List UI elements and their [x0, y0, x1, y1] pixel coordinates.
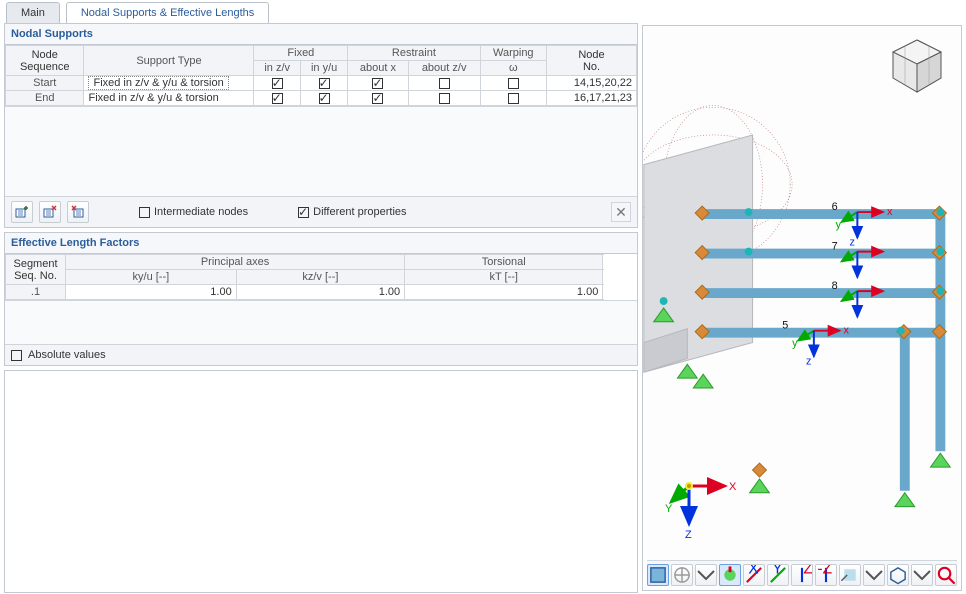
dropdown-icon[interactable]: [911, 564, 933, 586]
svg-text:X: X: [729, 481, 737, 493]
support-type-select[interactable]: Fixed in z/v & y/u & torsion: [88, 76, 228, 90]
checkbox-about-zv[interactable]: [439, 93, 450, 104]
th-node: Node: [32, 49, 58, 61]
effective-length-table: SegmentSeq. No. Principal axes Torsional…: [5, 254, 637, 300]
dropdown-icon[interactable]: [863, 564, 885, 586]
checkbox-yu[interactable]: [319, 93, 330, 104]
checkbox-zv[interactable]: [272, 78, 283, 89]
svg-text:z: z: [849, 237, 854, 249]
th-restraint: Restraint: [348, 46, 480, 61]
view-mode-dropdown[interactable]: [839, 564, 861, 586]
th-warping: Warping: [480, 46, 546, 61]
effective-length-title: Effective Length Factors: [5, 233, 637, 254]
checkbox-zv[interactable]: [272, 93, 283, 104]
effective-length-panel: Effective Length Factors SegmentSeq. No.…: [4, 232, 638, 366]
clear-rows-button[interactable]: [67, 201, 89, 223]
label-absolute: Absolute values: [28, 349, 106, 361]
svg-text:Y: Y: [772, 565, 783, 578]
beam-label: 8: [832, 280, 838, 292]
node-numbers: 16,17,21,23: [547, 91, 637, 106]
zoom-selection-button[interactable]: [935, 564, 957, 586]
table-row[interactable]: Start Fixed in z/v & y/u & torsion 14,15…: [6, 76, 637, 91]
checkbox-absolute[interactable]: [11, 350, 22, 361]
checkbox-about-x[interactable]: [372, 93, 383, 104]
insert-row-button[interactable]: [11, 201, 33, 223]
th-principal: Principal axes: [66, 255, 405, 270]
svg-text:y: y: [836, 219, 842, 231]
table-row[interactable]: .1 1.00 1.00 1.00: [6, 285, 637, 300]
beam-label: 7: [832, 241, 838, 253]
th-node-no: Node: [578, 49, 604, 61]
support-type-cell[interactable]: Fixed in z/v & y/u & torsion: [84, 91, 254, 106]
seg-no: .1: [6, 285, 66, 300]
th-fixed: Fixed: [254, 46, 348, 61]
svg-text:Z: Z: [803, 565, 812, 578]
axis-y-button[interactable]: Y: [767, 564, 789, 586]
th-omega: ω: [480, 61, 546, 76]
th-seq-no: Seq. No.: [14, 270, 57, 282]
th-sequence: Sequence: [20, 61, 70, 73]
checkbox-yu[interactable]: [319, 78, 330, 89]
isometric-button[interactable]: [887, 564, 909, 586]
checkbox-intermediate[interactable]: [139, 207, 150, 218]
svg-text:Z: Z: [685, 529, 692, 541]
global-axes: X Y Z: [665, 462, 745, 542]
th-in-zv: in z/v: [254, 61, 300, 76]
svg-text:z: z: [806, 355, 811, 367]
th-about-zv: about z/v: [408, 61, 480, 76]
nodal-supports-title: Nodal Supports: [5, 24, 637, 45]
beam-label: 5: [782, 320, 788, 332]
tab-main[interactable]: Main: [6, 2, 60, 23]
label-different: Different properties: [313, 206, 406, 218]
seq-start: Start: [6, 76, 84, 91]
table-row[interactable]: End Fixed in z/v & y/u & torsion 16,17,2…: [6, 91, 637, 106]
svg-text:y: y: [792, 337, 798, 349]
dropdown-icon[interactable]: [695, 564, 717, 586]
th-kt: kT [--]: [405, 270, 603, 285]
blank-panel: [4, 370, 638, 593]
viewport-3d[interactable]: 6 7 8 5 xyz: [642, 25, 962, 591]
svg-text:X: X: [748, 565, 759, 578]
label-intermediate: Intermediate nodes: [154, 206, 248, 218]
svg-text:x: x: [887, 206, 893, 218]
axis-neg-z-button[interactable]: -Z: [815, 564, 837, 586]
th-support-type: Support Type: [84, 46, 254, 76]
th-in-yu: in y/u: [300, 61, 347, 76]
checkbox-about-x[interactable]: [372, 78, 383, 89]
svg-text:-Z: -Z: [817, 565, 832, 578]
svg-text:x: x: [844, 325, 850, 337]
nodal-supports-table: NodeSequence Support Type Fixed Restrain…: [5, 45, 637, 106]
beam-label: 6: [832, 201, 838, 213]
nodal-supports-panel: Nodal Supports NodeSequence Support Type…: [4, 23, 638, 228]
render-mode-button[interactable]: [647, 564, 669, 586]
seq-end: End: [6, 91, 84, 106]
th-kzv: kz/v [--]: [236, 270, 404, 285]
delete-row-button[interactable]: [39, 201, 61, 223]
viewport-toolbar: X Y Z -Z: [647, 560, 957, 586]
svg-text:Y: Y: [665, 503, 673, 515]
th-kyu: ky/u [--]: [66, 270, 237, 285]
th-no: No.: [583, 61, 600, 73]
th-torsional: Torsional: [405, 255, 603, 270]
show-loads-button[interactable]: [719, 564, 741, 586]
th-about-x: about x: [348, 61, 408, 76]
checkbox-about-zv[interactable]: [439, 78, 450, 89]
tab-nodal-supports[interactable]: Nodal Supports & Effective Lengths: [66, 2, 269, 23]
kyu-value[interactable]: 1.00: [66, 285, 237, 300]
wireframe-button[interactable]: [671, 564, 693, 586]
axis-x-button[interactable]: X: [743, 564, 765, 586]
th-segment: Segment: [13, 258, 57, 270]
checkbox-warping[interactable]: [508, 93, 519, 104]
checkbox-different[interactable]: [298, 207, 309, 218]
kt-value[interactable]: 1.00: [405, 285, 603, 300]
kzv-value[interactable]: 1.00: [236, 285, 404, 300]
axis-z-button[interactable]: Z: [791, 564, 813, 586]
close-button[interactable]: ✕: [611, 202, 631, 222]
checkbox-warping[interactable]: [508, 78, 519, 89]
node-numbers: 14,15,20,22: [547, 76, 637, 91]
